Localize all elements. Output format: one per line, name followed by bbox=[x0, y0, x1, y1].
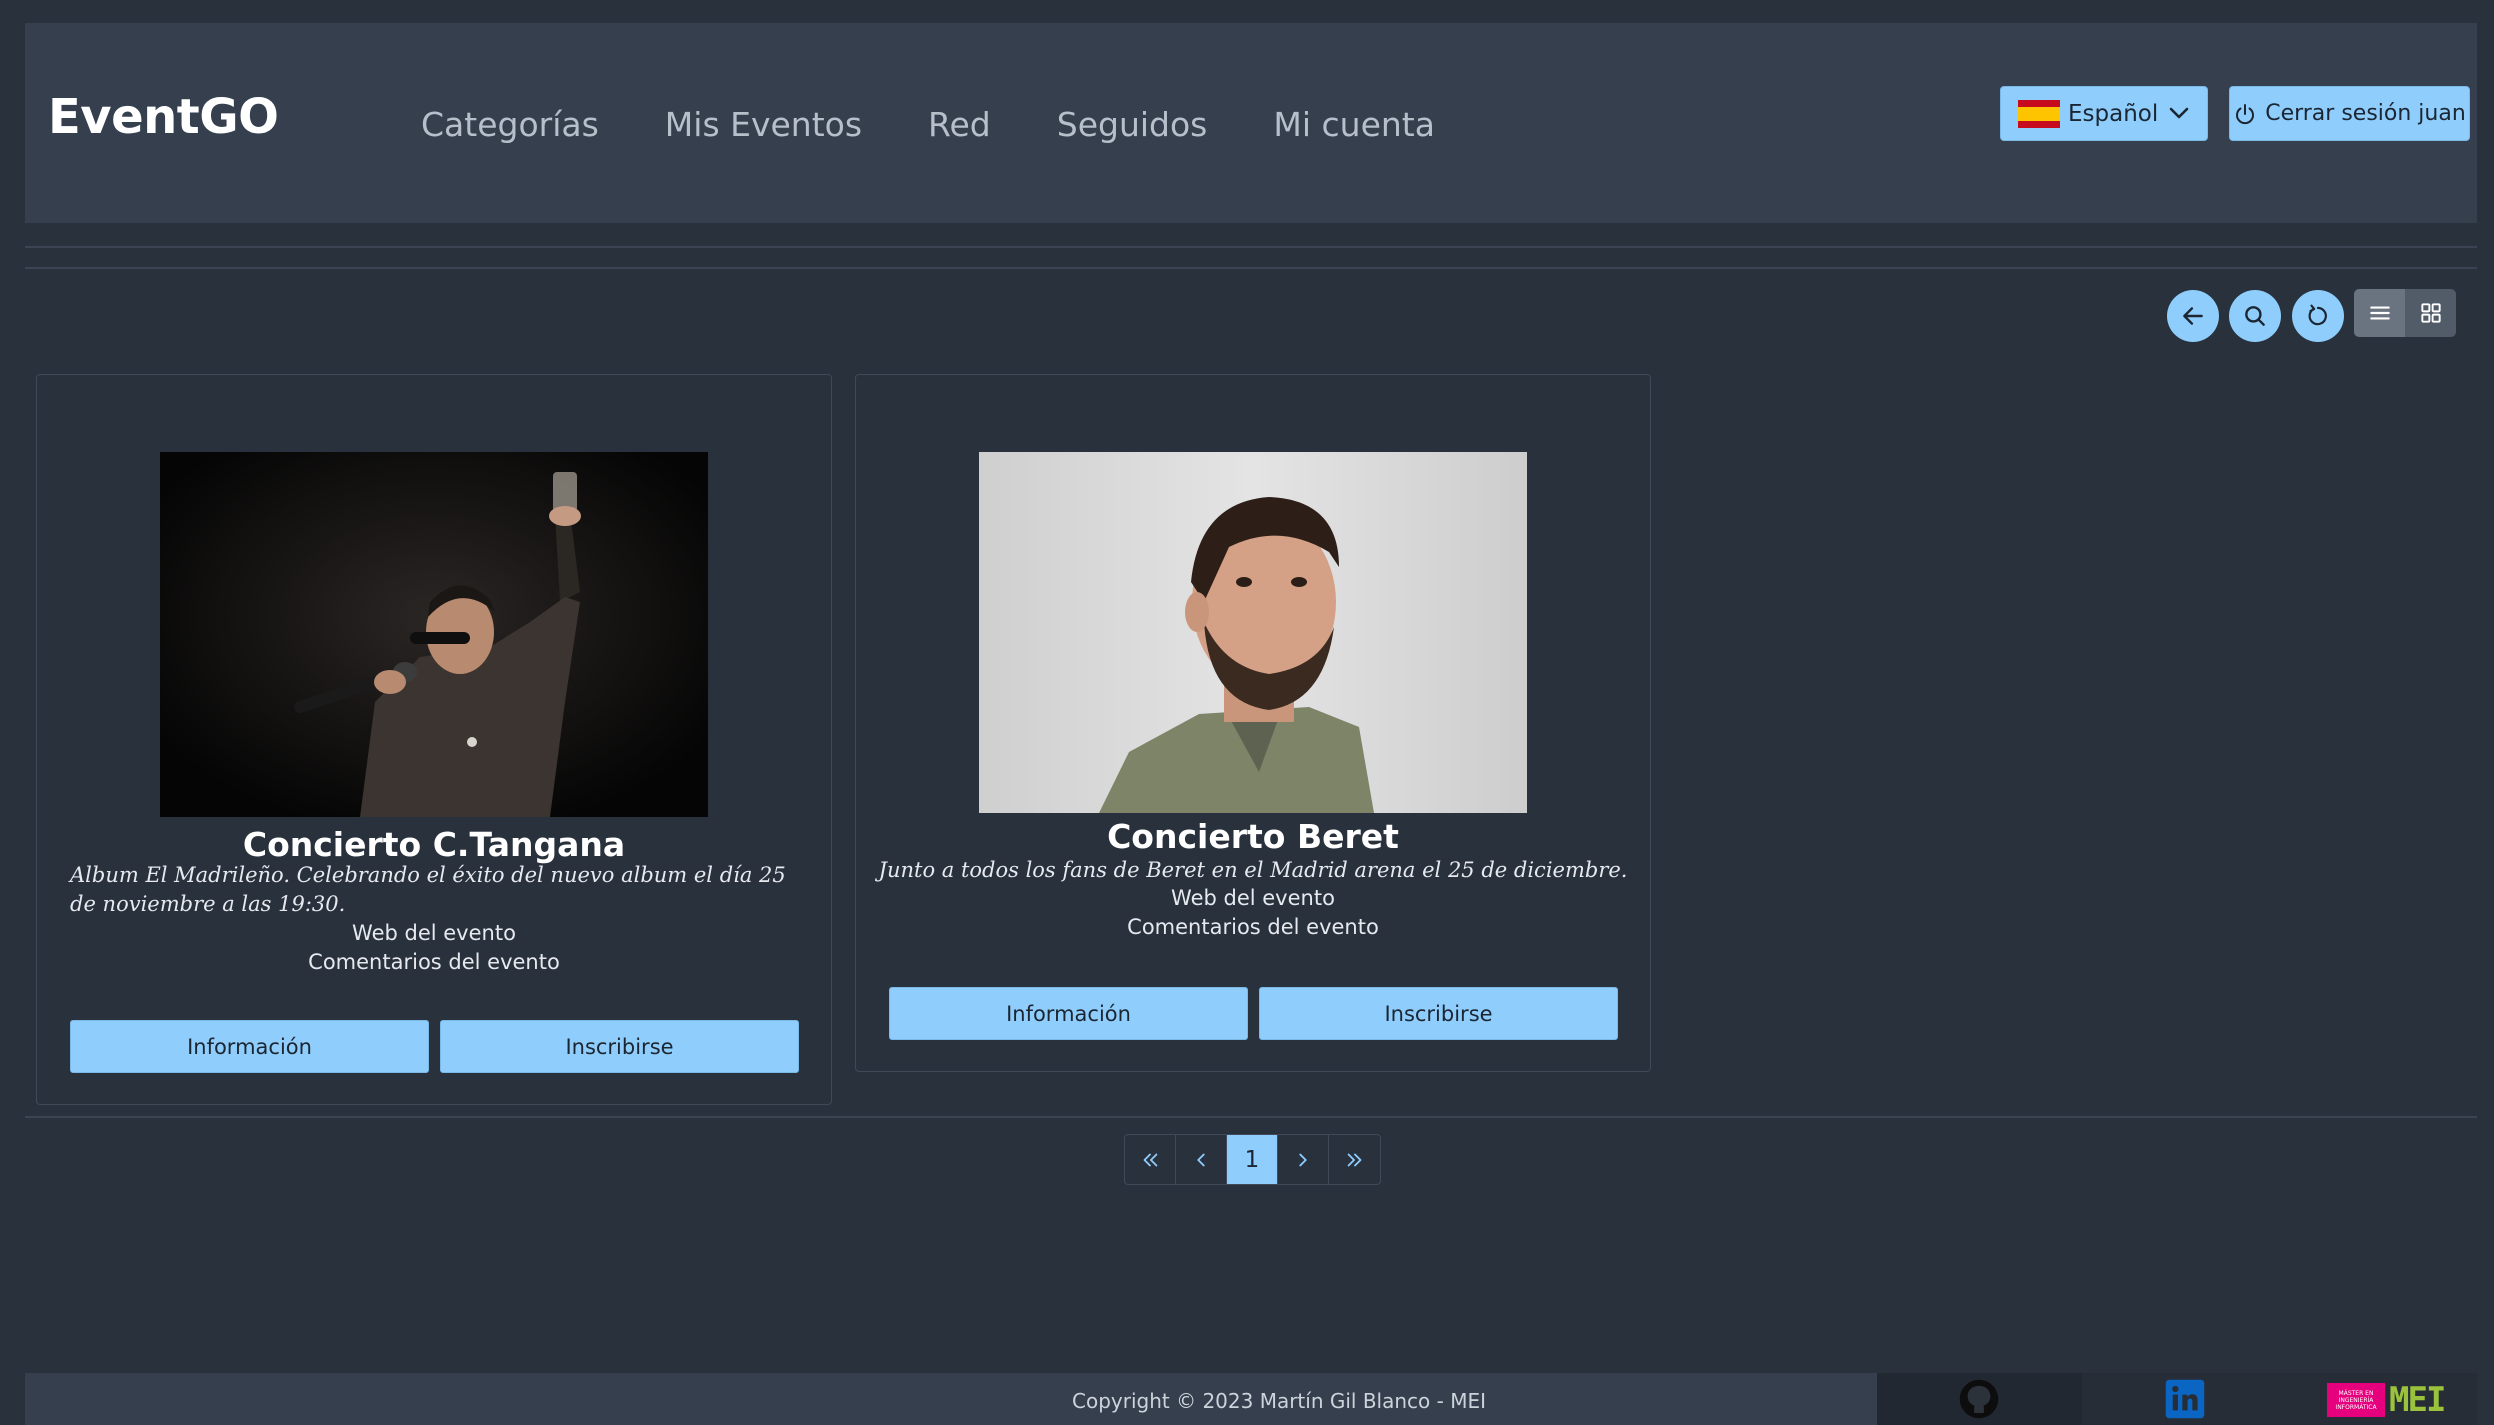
power-icon bbox=[2236, 103, 2255, 124]
grid-view-icon bbox=[2420, 303, 2441, 323]
linkedin-link[interactable] bbox=[2163, 1377, 2207, 1421]
event-card: Concierto Beret Junto a todos los fans d… bbox=[855, 374, 1651, 1072]
github-link[interactable] bbox=[1957, 1377, 2001, 1421]
arrow-left-icon bbox=[2183, 307, 2203, 325]
subscribe-button[interactable]: Inscribirse bbox=[440, 1020, 799, 1073]
event-web-link[interactable]: Web del evento bbox=[37, 921, 831, 945]
subscribe-button[interactable]: Inscribirse bbox=[1259, 987, 1618, 1040]
search-icon bbox=[2245, 306, 2265, 326]
event-description: Junto a todos los fans de Beret en el Ma… bbox=[878, 858, 1628, 882]
prev-page-button[interactable] bbox=[1176, 1135, 1227, 1184]
double-chevron-right-icon bbox=[1347, 1153, 1361, 1166]
event-title: Concierto Beret bbox=[1107, 817, 1399, 856]
linkedin-icon bbox=[2165, 1379, 2205, 1419]
copyright-text: Copyright © 2023 Martín Gil Blanco - MEI bbox=[1072, 1389, 1486, 1413]
spain-flag-icon bbox=[2018, 99, 2060, 128]
language-label: Español bbox=[2068, 100, 2159, 127]
info-button[interactable]: Información bbox=[70, 1020, 429, 1073]
event-description: Album El Madrileño. Celebrando el éxito … bbox=[70, 863, 786, 916]
first-page-button[interactable] bbox=[1125, 1135, 1176, 1184]
brand-logo[interactable]: EventGO bbox=[48, 89, 279, 145]
logout-button[interactable]: Cerrar sesión juan bbox=[2229, 86, 2470, 141]
nav-link-red[interactable]: Red bbox=[928, 105, 991, 144]
event-image bbox=[979, 452, 1527, 813]
event-web-link[interactable]: Web del evento bbox=[856, 886, 1650, 910]
page-number-button[interactable]: 1 bbox=[1227, 1135, 1278, 1184]
top-navbar: EventGO Categorías Mis Eventos Red Segui… bbox=[25, 23, 2477, 223]
chevron-down-icon bbox=[2169, 107, 2189, 119]
list-view-icon bbox=[2369, 306, 2390, 320]
divider bbox=[25, 246, 2477, 248]
footer: Copyright © 2023 Martín Gil Blanco - MEI… bbox=[25, 1373, 2477, 1425]
divider bbox=[25, 267, 2477, 269]
logout-label: Cerrar sesión juan bbox=[2265, 101, 2466, 126]
nav-link-mi-cuenta[interactable]: Mi cuenta bbox=[1273, 105, 1435, 144]
info-button[interactable]: Información bbox=[889, 987, 1248, 1040]
refresh-icon bbox=[2308, 304, 2327, 326]
refresh-button[interactable] bbox=[2292, 290, 2344, 342]
nav-link-mis-eventos[interactable]: Mis Eventos bbox=[665, 105, 862, 144]
next-page-button[interactable] bbox=[1278, 1135, 1329, 1184]
event-image bbox=[160, 452, 708, 817]
nav-link-categorias[interactable]: Categorías bbox=[421, 105, 599, 144]
nav-link-seguidos[interactable]: Seguidos bbox=[1057, 105, 1208, 144]
back-button[interactable] bbox=[2167, 290, 2219, 342]
pagination: 1 bbox=[1124, 1134, 1381, 1185]
nav-links: Categorías Mis Eventos Red Seguidos Mi c… bbox=[421, 105, 1501, 144]
mei-logo-text: MEI bbox=[2389, 1380, 2446, 1420]
last-page-button[interactable] bbox=[1329, 1135, 1380, 1184]
event-comments-link[interactable]: Comentarios del evento bbox=[856, 915, 1650, 939]
double-chevron-left-icon bbox=[1143, 1153, 1158, 1166]
event-title: Concierto C.Tangana bbox=[242, 825, 626, 864]
event-card: Concierto C.Tangana Album El Madrileño. … bbox=[36, 374, 832, 1105]
chevron-left-icon bbox=[1197, 1153, 1205, 1166]
mei-logo-badge: MÁSTER EN INGENIERÍA INFORMÁTICA bbox=[2327, 1383, 2385, 1417]
chevron-right-icon bbox=[1299, 1153, 1307, 1166]
mei-logo-link[interactable]: MÁSTER EN INGENIERÍA INFORMÁTICA MEI bbox=[2327, 1380, 2455, 1420]
grid-view-button[interactable] bbox=[2405, 289, 2456, 337]
list-view-button[interactable] bbox=[2354, 289, 2405, 337]
github-icon bbox=[1959, 1379, 1999, 1419]
event-comments-link[interactable]: Comentarios del evento bbox=[37, 950, 831, 974]
search-button[interactable] bbox=[2229, 290, 2281, 342]
divider bbox=[25, 1116, 2477, 1118]
language-select[interactable]: Español bbox=[2000, 86, 2208, 141]
view-toggle-group bbox=[2354, 289, 2456, 337]
